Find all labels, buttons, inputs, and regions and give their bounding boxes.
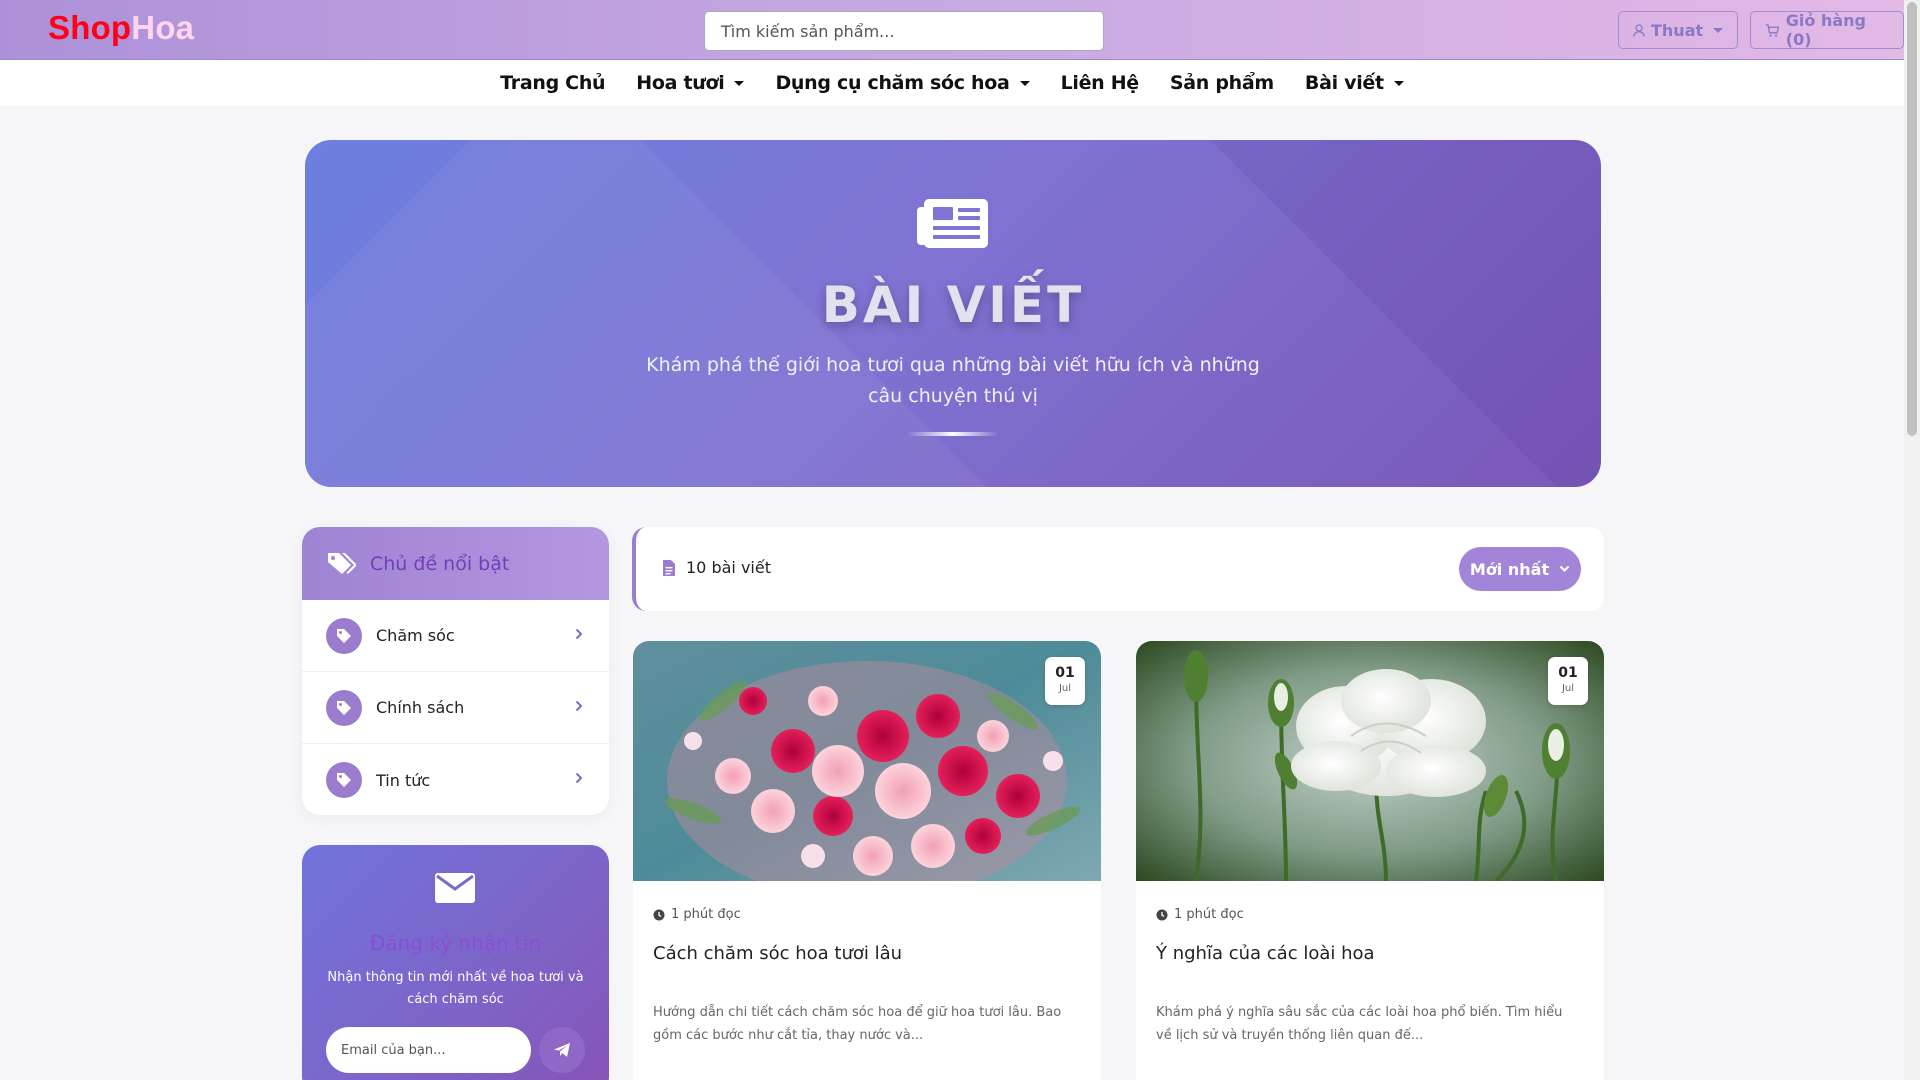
topic-item-news[interactable]: Tin tức: [302, 744, 609, 815]
article-title[interactable]: Ý nghĩa của các loài hoa: [1156, 943, 1375, 964]
date-day: 01: [1558, 665, 1578, 681]
article-count-label: 10 bài viết: [686, 558, 771, 577]
article-card[interactable]: 01 Jul 1 phút đọc Ý nghĩa của các loài h…: [1136, 641, 1604, 1080]
nav-item-label: Sản phẩm: [1169, 72, 1274, 94]
topic-label: Chính sách: [376, 698, 465, 717]
read-time-label: 1 phút đọc: [1174, 907, 1244, 922]
articles-toolbar: 10 bài viết Mới nhất: [632, 527, 1604, 611]
sort-dropdown[interactable]: Mới nhất: [1459, 547, 1581, 591]
chevron-down-icon: [1713, 27, 1724, 33]
nav-item-label: Bài viết: [1304, 72, 1384, 94]
chevron-down-icon: [1559, 565, 1570, 573]
user-icon: [1633, 23, 1645, 37]
tag-icon: [326, 617, 362, 654]
newspaper-icon: [917, 199, 988, 248]
newsletter-panel: Đăng ký nhận tin Nhận thông tin mới nhất…: [302, 845, 609, 1080]
article-card[interactable]: 01 Jul 1 phút đọc Cách chăm sóc hoa tươi…: [633, 641, 1101, 1080]
article-image-bouquet[interactable]: [633, 641, 1101, 881]
newsletter-email-input[interactable]: [326, 1027, 531, 1073]
chevron-down-icon: [734, 80, 745, 86]
cart-label: Giỏ hàng (0): [1785, 11, 1867, 49]
sort-label: Mới nhất: [1469, 559, 1550, 579]
article-count: 10 bài viết: [662, 558, 771, 577]
article-excerpt: Hướng dẫn chi tiết cách chăm sóc hoa để …: [653, 1005, 1062, 1043]
topic-label: Tin tức: [376, 770, 431, 790]
page-scrollbar[interactable]: [1904, 0, 1920, 1080]
nav-item-contact[interactable]: Liên Hệ: [1060, 72, 1140, 94]
hero-subtitle: Khám phá thế giới hoa tươi qua những bài…: [646, 354, 1260, 407]
article-title[interactable]: Cách chăm sóc hoa tươi lâu: [653, 943, 902, 964]
date-month: Jul: [1058, 683, 1072, 694]
envelope-icon: [435, 873, 475, 903]
nav-item-flower-care-tools[interactable]: Dụng cụ chăm sóc hoa: [775, 72, 1030, 94]
topic-item-care[interactable]: Chăm sóc: [302, 600, 609, 672]
site-logo[interactable]: ShopHoa: [48, 9, 194, 47]
nav-item-articles[interactable]: Bài viết: [1305, 72, 1404, 94]
nav-item-products[interactable]: Sản phẩm: [1170, 72, 1274, 94]
nav-item-label: Trang Chủ: [500, 72, 606, 94]
featured-topics-panel: Chủ đề nổi bật Chăm sóc Chính sách Tin t…: [302, 527, 609, 815]
newsletter-submit-button[interactable]: [539, 1027, 585, 1073]
logo-part-hoa: Hoa: [131, 9, 195, 46]
document-icon: [663, 559, 675, 576]
tags-icon: [328, 552, 356, 574]
chevron-right-icon: [575, 772, 583, 784]
tag-icon: [326, 762, 362, 798]
topic-label: Chăm sóc: [376, 626, 455, 645]
nav-item-label: Liên Hệ: [1060, 72, 1140, 94]
date-day: 01: [1055, 665, 1075, 681]
search-input[interactable]: [704, 11, 1104, 51]
topic-item-policy[interactable]: Chính sách: [302, 672, 609, 744]
clock-icon: [653, 909, 665, 920]
newsletter-title: Đăng ký nhận tin: [369, 931, 542, 955]
read-time: 1 phút đọc: [653, 907, 741, 922]
user-menu-button[interactable]: Thuat: [1618, 11, 1739, 49]
page-title: BÀI VIẾT: [821, 276, 1085, 334]
topics-header: Chủ đề nổi bật: [302, 527, 609, 600]
nav-item-fresh-flowers[interactable]: Hoa tươi: [636, 72, 745, 94]
article-image-white-rose[interactable]: [1136, 641, 1604, 881]
topics-title: Chủ đề nổi bật: [370, 552, 510, 575]
newsletter-description: Nhận thông tin mới nhất về hoa tươi và c…: [327, 970, 584, 1007]
tag-icon: [326, 689, 362, 726]
cart-icon: [1765, 23, 1780, 37]
nav-item-home[interactable]: Trang Chủ: [500, 72, 605, 94]
clock-icon: [1156, 909, 1168, 920]
chevron-right-icon: [575, 628, 583, 640]
top-header: ShopHoa Thuat Giỏ hàng (0): [0, 0, 1904, 60]
cart-button[interactable]: Giỏ hàng (0): [1750, 11, 1904, 49]
nav-item-label: Dụng cụ chăm sóc hoa: [775, 72, 1010, 94]
read-time: 1 phút đọc: [1156, 907, 1244, 922]
date-badge: 01 Jul: [1548, 657, 1588, 705]
user-name: Thuat: [1651, 20, 1704, 40]
chevron-right-icon: [575, 700, 583, 712]
logo-part-shop: Shop: [48, 9, 132, 46]
chevron-down-icon: [1019, 80, 1030, 86]
hero-banner: BÀI VIẾT Khám phá thế giới hoa tươi qua …: [305, 140, 1601, 487]
read-time-label: 1 phút đọc: [671, 907, 741, 922]
title-underline: [907, 432, 999, 436]
main-navigation: Trang Chủ Hoa tươi Dụng cụ chăm sóc hoa …: [0, 60, 1904, 106]
article-excerpt: Khám phá ý nghĩa sâu sắc của các loài ho…: [1156, 1005, 1563, 1043]
date-month: Jul: [1561, 683, 1575, 694]
date-badge: 01 Jul: [1045, 657, 1085, 705]
scrollbar-thumb[interactable]: [1907, 2, 1917, 436]
paper-plane-icon: [554, 1043, 570, 1057]
nav-item-label: Hoa tươi: [636, 72, 725, 94]
chevron-down-icon: [1393, 80, 1404, 86]
